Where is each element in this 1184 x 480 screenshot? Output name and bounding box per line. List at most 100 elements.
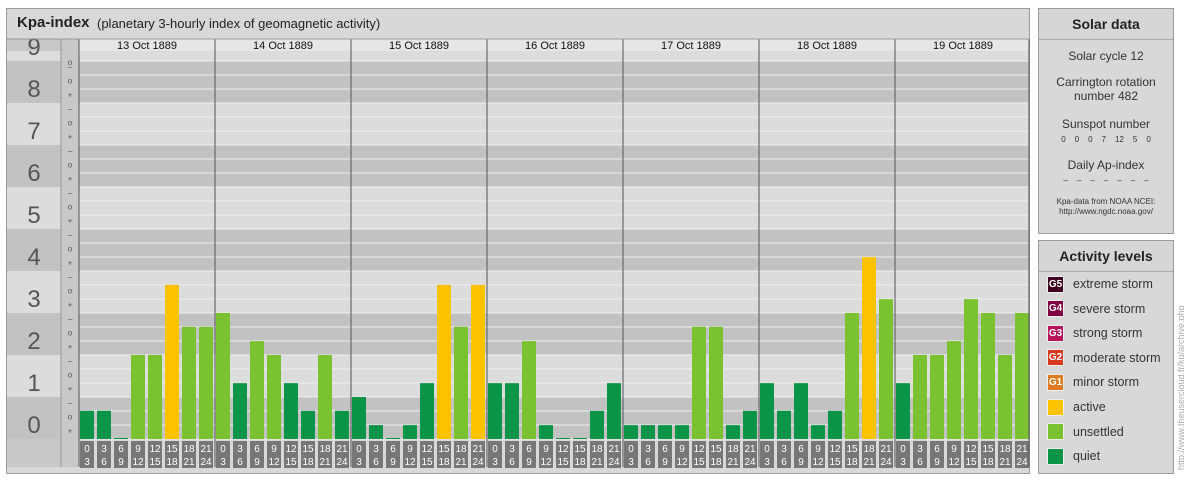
kp-bar — [896, 383, 910, 439]
sunspot-title: Sunspot number — [1061, 117, 1151, 131]
legend-label: minor storm — [1073, 375, 1139, 390]
interval-start-label: 0 — [764, 444, 770, 455]
y-subtick-label: – — [68, 399, 73, 408]
legend-item: G5 extreme storm — [1047, 275, 1153, 293]
legend-label: quiet — [1073, 449, 1101, 464]
sunspot-value: 0 — [1061, 135, 1066, 144]
interval-end-label: 6 — [509, 457, 515, 468]
kp-bar — [97, 410, 111, 439]
legend-swatch: G3 — [1047, 324, 1064, 342]
legend-swatch — [1047, 447, 1064, 465]
kp-bar — [403, 425, 417, 439]
kp-bar — [607, 383, 621, 439]
kp-bar — [811, 425, 825, 439]
y-subtick-label: – — [68, 189, 73, 198]
interval-end-label: 12 — [812, 457, 824, 468]
kp-bar — [267, 355, 281, 439]
solar-data-title: Solar data — [1039, 9, 1173, 40]
kp-bar — [726, 425, 740, 439]
legend-item: G4 severe storm — [1047, 300, 1145, 318]
kp-bar — [182, 326, 196, 439]
interval-start-label: 6 — [254, 444, 260, 455]
kp-bar — [233, 383, 247, 439]
legend-swatch: G2 — [1047, 349, 1064, 367]
kp-bar — [641, 425, 655, 439]
y-tick-label: 3 — [27, 286, 40, 313]
interval-start-label: 12 — [421, 444, 433, 455]
interval-end-label: 21 — [727, 457, 739, 468]
ap-value: – — [1103, 176, 1109, 185]
interval-end-label: 15 — [965, 457, 977, 468]
interval-start-label: 18 — [727, 444, 739, 455]
kp-bar — [165, 284, 179, 439]
ap-value: – — [1117, 176, 1122, 185]
sunspot-value: 5 — [1132, 135, 1138, 144]
day-label: 17 Oct 1889 — [661, 40, 721, 52]
interval-end-label: 24 — [744, 457, 756, 468]
interval-end-label: 21 — [591, 457, 603, 468]
kp-bar — [964, 299, 978, 439]
interval-end-label: 24 — [200, 457, 212, 468]
interval-start-label: 21 — [744, 444, 756, 455]
interval-end-label: 21 — [183, 457, 195, 468]
interval-end-label: 3 — [356, 457, 362, 468]
chart-subtitle: (planetary 3-hourly index of geomagnetic… — [97, 16, 381, 31]
interval-start-label: 6 — [118, 444, 124, 455]
interval-end-label: 9 — [662, 457, 668, 468]
interval-end-label: 9 — [390, 457, 396, 468]
sunspot-value: 0 — [1074, 135, 1080, 144]
kp-bar — [998, 355, 1012, 439]
y-subtick-label: + — [68, 217, 73, 226]
activity-levels-title: Activity levels — [1039, 241, 1173, 272]
legend-item: G2 moderate storm — [1047, 349, 1161, 367]
kp-bar — [301, 410, 315, 439]
kp-bar — [488, 383, 502, 439]
legend-label: strong storm — [1073, 326, 1143, 341]
interval-end-label: 18 — [982, 457, 994, 468]
interval-start-label: 6 — [526, 444, 532, 455]
interval-start-label: 0 — [900, 444, 906, 455]
y-subtick-label: + — [68, 301, 73, 310]
legend-item: active — [1047, 398, 1106, 416]
legend-label: unsettled — [1073, 424, 1124, 439]
interval-end-label: 18 — [574, 457, 586, 468]
interval-end-label: 15 — [829, 457, 841, 468]
kp-bar — [913, 355, 927, 439]
kp-bar — [216, 313, 230, 439]
interval-start-label: 9 — [407, 444, 413, 455]
interval-end-label: 18 — [846, 457, 858, 468]
interval-start-label: 18 — [863, 444, 875, 455]
solar-data-panel: Solar data Solar cycle 12 Carrington rot… — [1038, 8, 1174, 234]
y-subtick-label: + — [68, 175, 73, 184]
interval-end-label: 18 — [166, 457, 178, 468]
interval-start-label: 3 — [645, 444, 651, 455]
day-label: 14 Oct 1889 — [253, 40, 313, 52]
interval-start-label: 12 — [693, 444, 705, 455]
y-subtick-label: + — [68, 343, 73, 352]
kp-bar — [1015, 313, 1029, 439]
interval-end-label: 24 — [472, 457, 484, 468]
kp-bar — [352, 397, 366, 439]
y-tick-label: 5 — [27, 202, 40, 229]
y-subtick-label: o — [68, 58, 73, 67]
interval-start-label: 18 — [591, 444, 603, 455]
interval-end-label: 3 — [84, 457, 90, 468]
kp-bar — [437, 284, 451, 439]
y-subtick-label: o — [68, 203, 73, 212]
interval-end-label: 3 — [492, 457, 498, 468]
interval-end-label: 9 — [118, 457, 124, 468]
interval-start-label: 9 — [679, 444, 685, 455]
kp-bar — [386, 438, 400, 439]
interval-end-label: 9 — [526, 457, 532, 468]
y-tick-label: 1 — [27, 370, 40, 397]
interval-start-label: 6 — [934, 444, 940, 455]
interval-start-label: 21 — [1016, 444, 1028, 455]
sunspot-value: 7 — [1101, 135, 1106, 144]
legend-item: G1 minor storm — [1047, 373, 1139, 391]
interval-start-label: 6 — [390, 444, 396, 455]
legend-label: extreme storm — [1073, 277, 1153, 291]
source-line-1: Kpa-data from NOAA NCEI: — [1056, 197, 1156, 206]
source-link[interactable]: http://www.ngdc.noaa.gov/ — [1039, 207, 1173, 217]
interval-start-label: 15 — [302, 444, 314, 455]
y-subtick-label: + — [68, 427, 73, 436]
